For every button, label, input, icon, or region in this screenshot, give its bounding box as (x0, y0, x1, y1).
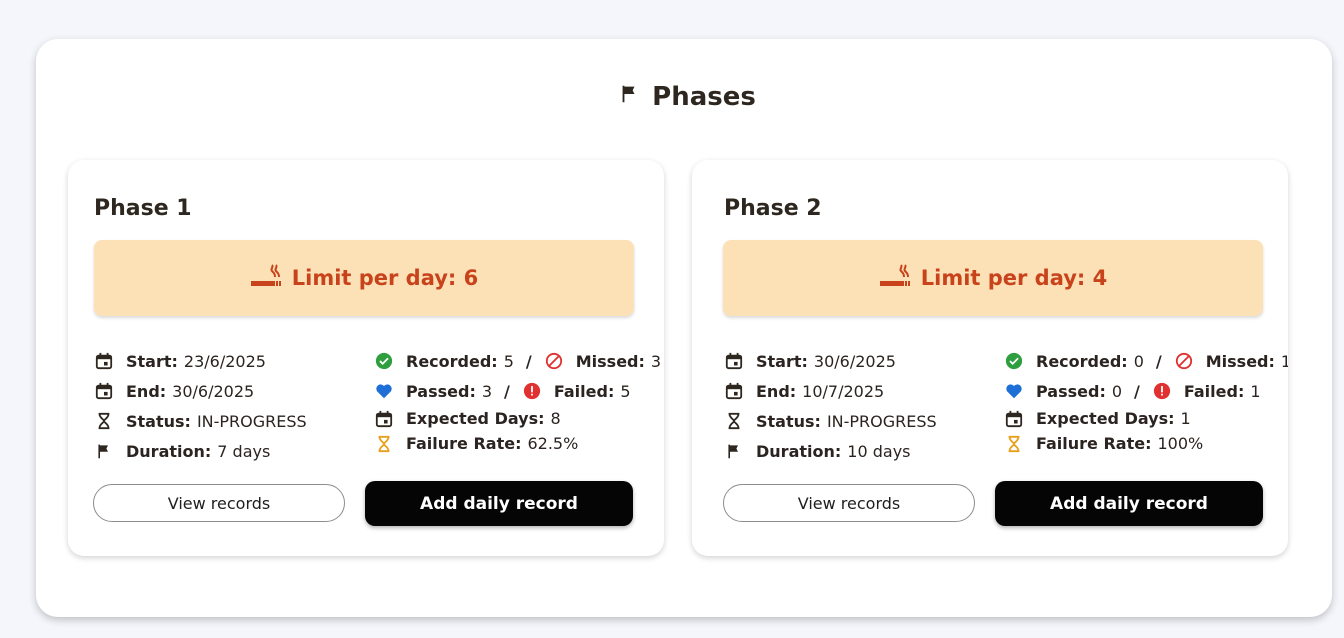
failed-label: Failed: (553, 381, 615, 401)
duration-label: Duration: (756, 441, 842, 461)
calendar-icon (94, 351, 114, 371)
limit-text: Limit per day: 4 (920, 266, 1108, 290)
view-records-button[interactable]: View records (93, 484, 345, 522)
duration-label: Duration: (126, 441, 212, 461)
missed-value: 3 (650, 351, 662, 371)
status-value: IN-PROGRESS (826, 411, 937, 431)
page-heading: Phases (0, 82, 1344, 112)
failure-rate-row: Failure Rate: 62.5% (374, 431, 661, 456)
failure-rate-value: 62.5% (527, 434, 579, 453)
phase-stats: Recorded: 0 / Missed: 1 Passed: 0 / Fail… (1004, 346, 1288, 456)
phase-card: Phase 1 Limit per day: 6 Start: 23/6/202… (68, 160, 664, 556)
hourglass-icon (94, 411, 114, 431)
passed-value: 3 (481, 381, 493, 401)
passed-row: Passed: 3 / Failed: 5 (374, 376, 661, 406)
phase-card: Phase 2 Limit per day: 4 Start: 30/6/202… (692, 160, 1288, 556)
failure-rate-row: Failure Rate: 100% (1004, 431, 1288, 456)
missed-label: Missed: (1205, 351, 1275, 371)
start-row: Start: 30/6/2025 (724, 346, 937, 376)
recorded-row: Recorded: 0 / Missed: 1 (1004, 346, 1288, 376)
calendar-icon (1004, 409, 1024, 429)
passed-label: Passed: (406, 381, 476, 401)
status-row: Status: IN-PROGRESS (94, 406, 307, 436)
calendar-icon (94, 381, 114, 401)
calendar-icon (374, 409, 394, 429)
exclamation-icon (1152, 381, 1172, 401)
recorded-label: Recorded: (406, 351, 498, 371)
status-label: Status: (756, 411, 821, 431)
limit-text: Limit per day: 6 (291, 266, 479, 290)
end-row: End: 10/7/2025 (724, 376, 937, 406)
start-value: 30/6/2025 (813, 351, 896, 371)
failure-rate-label: Failure Rate: (1036, 434, 1152, 453)
flag-icon (618, 82, 640, 112)
expected-value: 1 (1180, 409, 1191, 428)
duration-row: Duration: 7 days (94, 436, 307, 466)
expected-label: Expected Days: (406, 409, 545, 428)
status-label: Status: (126, 411, 191, 431)
prohibited-icon (1174, 351, 1194, 371)
phase-title: Phase 2 (724, 196, 822, 221)
hourglass-icon (724, 411, 744, 431)
limit-banner: Limit per day: 6 (94, 240, 634, 316)
status-value: IN-PROGRESS (196, 411, 307, 431)
duration-value: 10 days (847, 441, 911, 461)
start-row: Start: 23/6/2025 (94, 346, 307, 376)
hourglass-icon (1004, 434, 1024, 454)
recorded-value: 0 (1133, 351, 1144, 371)
missed-value: 1 (1280, 351, 1288, 371)
passed-row: Passed: 0 / Failed: 1 (1004, 376, 1288, 406)
duration-value: 7 days (217, 441, 271, 461)
phase-stats: Recorded: 5 / Missed: 3 Passed: 3 / Fail… (374, 346, 661, 456)
check-circle-icon (374, 351, 394, 371)
missed-label: Missed: (575, 351, 645, 371)
passed-value: 0 (1111, 381, 1123, 401)
view-records-button[interactable]: View records (723, 484, 975, 522)
failed-value: 5 (620, 381, 631, 401)
failed-label: Failed: (1183, 381, 1245, 401)
flag-icon (724, 441, 744, 461)
phase-dates: Start: 30/6/2025 End: 10/7/2025 Status: … (724, 346, 937, 466)
start-label: Start: (756, 351, 808, 371)
heart-icon (1004, 381, 1024, 401)
expected-row: Expected Days: 8 (374, 406, 661, 431)
calendar-icon (724, 351, 744, 371)
end-label: End: (756, 381, 797, 401)
status-row: Status: IN-PROGRESS (724, 406, 937, 436)
end-value: 30/6/2025 (172, 381, 255, 401)
end-label: End: (126, 381, 167, 401)
end-row: End: 30/6/2025 (94, 376, 307, 406)
recorded-label: Recorded: (1036, 351, 1128, 371)
expected-row: Expected Days: 1 (1004, 406, 1288, 431)
hourglass-icon (374, 434, 394, 454)
calendar-icon (724, 381, 744, 401)
end-value: 10/7/2025 (802, 381, 885, 401)
heart-icon (374, 381, 394, 401)
smoking-icon (250, 262, 282, 295)
start-label: Start: (126, 351, 178, 371)
add-daily-record-button[interactable]: Add daily record (995, 481, 1263, 526)
add-daily-record-button[interactable]: Add daily record (365, 481, 633, 526)
recorded-row: Recorded: 5 / Missed: 3 (374, 346, 661, 376)
duration-row: Duration: 10 days (724, 436, 937, 466)
failure-rate-label: Failure Rate: (406, 434, 522, 453)
expected-value: 8 (550, 409, 561, 428)
smoking-icon (879, 262, 911, 295)
phase-dates: Start: 23/6/2025 End: 30/6/2025 Status: … (94, 346, 307, 466)
flag-icon (94, 441, 114, 461)
passed-label: Passed: (1036, 381, 1106, 401)
limit-banner: Limit per day: 4 (723, 240, 1263, 316)
expected-label: Expected Days: (1036, 409, 1175, 428)
failure-rate-value: 100% (1157, 434, 1204, 453)
page-title: Phases (652, 82, 756, 112)
start-value: 23/6/2025 (183, 351, 266, 371)
prohibited-icon (544, 351, 564, 371)
failed-value: 1 (1250, 381, 1261, 401)
recorded-value: 5 (503, 351, 514, 371)
exclamation-icon (522, 381, 542, 401)
phase-title: Phase 1 (94, 196, 192, 221)
check-circle-icon (1004, 351, 1024, 371)
